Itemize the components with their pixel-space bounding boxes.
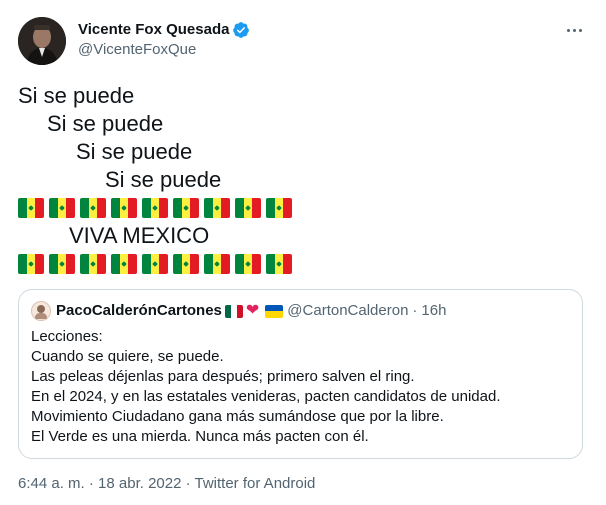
verified-badge-icon	[233, 22, 250, 38]
red-heart-icon: ❤	[245, 302, 260, 319]
flag-senegal-icon	[173, 198, 199, 218]
flag-ukraine-icon	[265, 304, 284, 318]
quoted-name-emojis: ❤	[224, 302, 287, 319]
flag-senegal-icon	[235, 198, 261, 218]
flag-senegal-icon	[80, 254, 106, 274]
quoted-line: Las peleas déjenlas para después; primer…	[31, 368, 415, 385]
flag-mexico-icon	[224, 304, 243, 318]
quoted-line: Movimiento Ciudadano gana más sumándose …	[31, 408, 444, 425]
quoted-line: El Verde es una mierda. Nunca más pacten…	[31, 428, 369, 445]
flag-senegal-icon	[142, 254, 168, 274]
flag-senegal-icon	[111, 198, 137, 218]
quoted-line: Cuando se quiere, se puede.	[31, 348, 224, 365]
tweet: Vicente Fox Quesada @VicenteFoxQue Si se…	[0, 0, 606, 505]
quoted-line: Lecciones:	[31, 328, 103, 345]
author-display-name[interactable]: Vicente Fox Quesada	[78, 20, 229, 40]
more-options-icon[interactable]	[561, 20, 587, 40]
quoted-handle: @CartonCalderon	[287, 302, 409, 319]
tweet-line: Si se puede	[105, 167, 222, 192]
flag-senegal-icon	[18, 198, 44, 218]
flag-senegal-icon	[173, 254, 199, 274]
flag-senegal-icon	[18, 254, 44, 274]
tweet-text: Si se puede Si se puede Si se puede Si s…	[18, 82, 297, 278]
flag-senegal-icon	[80, 198, 106, 218]
tweet-shout: VIVA MEXICO	[69, 223, 210, 248]
author-avatar[interactable]	[18, 17, 66, 65]
tweet-line: Si se puede	[18, 83, 135, 108]
flag-senegal-icon	[111, 254, 137, 274]
flag-senegal-icon	[204, 254, 230, 274]
flag-senegal-icon	[49, 254, 75, 274]
quoted-text: Lecciones: Cuando se quiere, se puede. L…	[31, 327, 501, 447]
author-handle[interactable]: @VicenteFoxQue	[78, 40, 196, 60]
flag-row-top	[18, 194, 297, 222]
flag-senegal-icon	[142, 198, 168, 218]
flag-senegal-icon	[235, 254, 261, 274]
quoted-line: En el 2024, y en las estatales venideras…	[31, 388, 501, 405]
quoted-display-name: PacoCalderónCartones	[56, 302, 222, 319]
tweet-line: Si se puede	[76, 139, 193, 164]
flag-row-bottom	[18, 250, 297, 278]
quoted-avatar	[31, 301, 51, 321]
quoted-header: PacoCalderónCartones ❤ @CartonCalderon ·…	[31, 301, 446, 321]
author-name-row: Vicente Fox Quesada	[78, 20, 250, 40]
quoted-time[interactable]: 16h	[421, 301, 446, 321]
quoted-separator: ·	[412, 302, 418, 319]
tweet-timestamp[interactable]: 6:44 a. m. · 18 abr. 2022 · Twitter for …	[18, 474, 315, 494]
flag-senegal-icon	[266, 254, 292, 274]
flag-senegal-icon	[266, 198, 292, 218]
flag-senegal-icon	[204, 198, 230, 218]
flag-senegal-icon	[49, 198, 75, 218]
quoted-tweet[interactable]: PacoCalderónCartones ❤ @CartonCalderon ·…	[18, 289, 583, 459]
tweet-line: Si se puede	[47, 111, 164, 136]
